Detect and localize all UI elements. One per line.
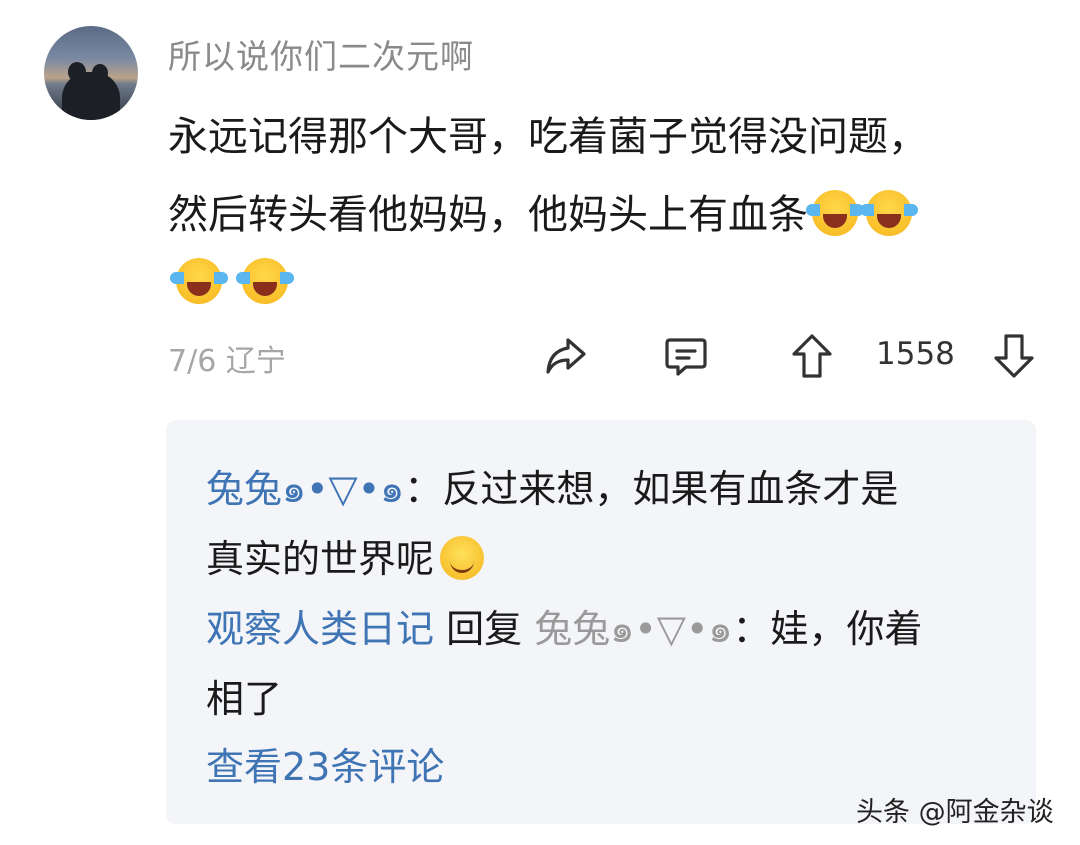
upvote-icon[interactable] <box>790 332 834 380</box>
comment-location: 辽宁 <box>225 344 286 379</box>
reply-text: 真实的世界呢 <box>206 537 435 581</box>
reply-separator: ： <box>404 467 443 511</box>
share-icon[interactable] <box>544 332 588 380</box>
laugh-cry-emoji-icon <box>806 190 864 236</box>
avatar[interactable] <box>44 26 138 120</box>
reply-word: 回复 <box>446 607 523 651</box>
comment-icon[interactable] <box>664 332 708 380</box>
laugh-cry-emoji-icon <box>236 258 294 304</box>
comment-line: 永远记得那个大哥，吃着菌子觉得没问题， <box>168 114 928 160</box>
reply-line: 相了 <box>206 677 283 721</box>
reply-line: 真实的世界呢 <box>206 524 1006 594</box>
view-more-link[interactable]: 查看23条评论 <box>206 736 444 791</box>
watermark: 头条 @阿金杂谈 <box>856 797 1054 828</box>
like-count: 1558 <box>876 336 955 372</box>
reply-line: 观察人类日记 回复 兔兔๑•▽•๑：娃，你着 <box>206 594 1006 664</box>
comment-line-2: 然后转头看他妈妈，他妈头上有血条 <box>168 176 1048 254</box>
replies-panel: 兔兔๑•▽•๑：反过来想，如果有血条才是 真实的世界呢 观察人类日记 回复 兔兔… <box>166 420 1036 824</box>
reply-item[interactable]: 观察人类日记 回复 兔兔๑•▽•๑：娃，你着 相了 <box>206 594 1006 734</box>
reply-line: 兔兔๑•▽•๑：反过来想，如果有血条才是 <box>206 454 1006 524</box>
comment-body: 永远记得那个大哥，吃着菌子觉得没问题， 然后转头看他妈妈，他妈头上有血条 <box>168 98 1048 254</box>
reply-separator: ： <box>732 607 771 651</box>
reply-text: 反过来想，如果有血条才是 <box>442 467 899 511</box>
reply-text: 娃，你着 <box>770 607 923 651</box>
smile-emoji-icon <box>440 536 485 580</box>
comment-username[interactable]: 所以说你们二次元啊 <box>168 30 474 78</box>
downvote-icon[interactable] <box>992 332 1036 380</box>
comment-line-text: 然后转头看他妈妈，他妈头上有血条 <box>168 192 808 238</box>
avatar-head <box>68 62 86 82</box>
reply-author[interactable]: 观察人类日记 <box>206 607 434 651</box>
comment-meta: 7/6 辽宁 <box>168 336 286 380</box>
laugh-cry-emoji-icon <box>170 258 228 304</box>
reply-item[interactable]: 兔兔๑•▽•๑：反过来想，如果有血条才是 真实的世界呢 <box>206 454 1006 594</box>
avatar-head <box>92 64 108 82</box>
laugh-cry-emoji-icon <box>860 190 918 236</box>
reply-target[interactable]: 兔兔๑•▽•๑ <box>534 607 732 651</box>
comment-date: 7/6 <box>168 344 217 379</box>
emoji-row <box>170 258 304 304</box>
reply-author[interactable]: 兔兔๑•▽•๑ <box>206 467 404 511</box>
